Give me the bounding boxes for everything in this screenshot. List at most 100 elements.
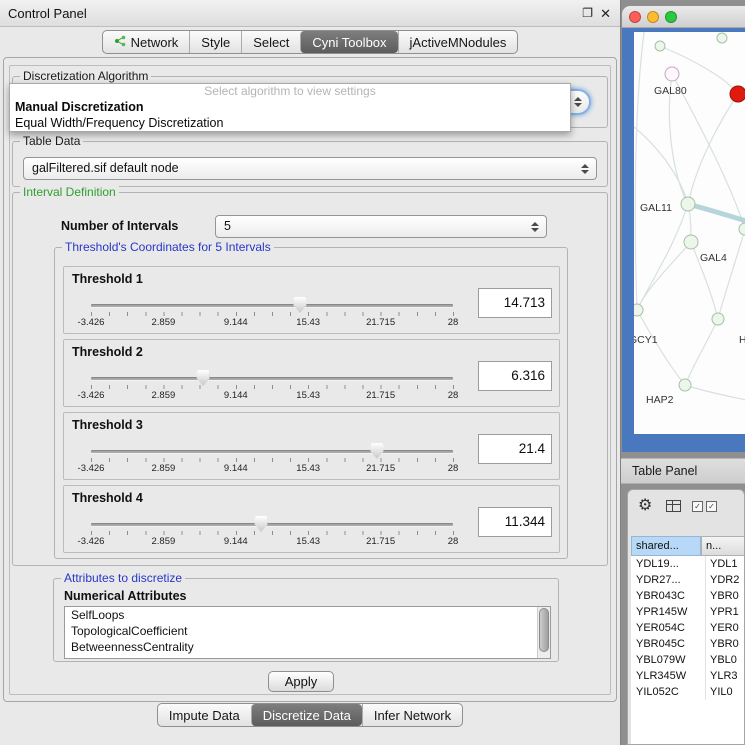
threshold-value-field[interactable]: 6.316 bbox=[478, 361, 552, 391]
columns-icon[interactable] bbox=[666, 500, 681, 512]
table-row[interactable]: YER054CYER0 bbox=[631, 620, 744, 636]
table-row[interactable]: YIL052CYIL0 bbox=[631, 684, 744, 700]
tab-select[interactable]: Select bbox=[241, 31, 300, 53]
network-node[interactable] bbox=[655, 41, 665, 51]
tab-impute-data[interactable]: Impute Data bbox=[158, 704, 251, 726]
tick-label: -3.426 bbox=[78, 463, 105, 474]
slider-thumb[interactable] bbox=[197, 370, 210, 386]
slider-track[interactable] bbox=[91, 304, 453, 307]
dropdown-option-equal-width[interactable]: Equal Width/Frequency Discretization bbox=[10, 115, 570, 131]
tick-label: 2.859 bbox=[152, 536, 176, 547]
slider-ticks bbox=[91, 385, 454, 389]
tab-label: Select bbox=[253, 35, 289, 50]
slider-thumb[interactable] bbox=[255, 516, 268, 532]
cell: YER0 bbox=[705, 620, 739, 636]
tick-label: -3.426 bbox=[78, 390, 105, 401]
node-label: GCY1 bbox=[634, 334, 658, 346]
close-icon[interactable]: ✕ bbox=[600, 0, 611, 27]
num-intervals-label: Number of Intervals bbox=[61, 219, 178, 233]
list-item[interactable]: BetweennessCentrality bbox=[65, 639, 550, 655]
cell: YBR045C bbox=[636, 636, 700, 652]
gcy1-node[interactable] bbox=[634, 304, 643, 316]
tab-discretize-data[interactable]: Discretize Data bbox=[251, 704, 362, 726]
table-row[interactable]: YBR043CYBR0 bbox=[631, 588, 744, 604]
hap2-node[interactable] bbox=[679, 379, 691, 391]
table-row[interactable]: YLR345WYLR3 bbox=[631, 668, 744, 684]
gear-icon[interactable]: ⚙ bbox=[638, 495, 652, 515]
table-row[interactable]: YDR27...YDR2 bbox=[631, 572, 744, 588]
numerical-attributes-label: Numerical Attributes bbox=[64, 589, 186, 603]
list-item[interactable]: TopologicalCoefficient bbox=[65, 623, 550, 639]
tick-label: 15.43 bbox=[296, 390, 320, 401]
tick-label: -3.426 bbox=[78, 536, 105, 547]
tab-infer-network[interactable]: Infer Network bbox=[362, 704, 462, 726]
cell: YIL052C bbox=[636, 684, 700, 700]
network-node[interactable] bbox=[717, 33, 727, 43]
tab-label: jActiveMNodules bbox=[410, 35, 507, 50]
tick-label: 21.715 bbox=[366, 536, 395, 547]
tab-network[interactable]: Network bbox=[103, 31, 190, 53]
gal11-node[interactable] bbox=[681, 197, 695, 211]
traffic-light[interactable] bbox=[665, 11, 677, 23]
threshold-label: Threshold 4 bbox=[72, 491, 143, 505]
tick-label: 2.859 bbox=[152, 317, 176, 328]
cell: YBR0 bbox=[705, 636, 739, 652]
cell: YBL079W bbox=[636, 652, 700, 668]
table-row[interactable]: YBL079WYBL0 bbox=[631, 652, 744, 668]
table-data-combo[interactable]: galFiltered.sif default node bbox=[23, 157, 597, 180]
tick-label: 2.859 bbox=[152, 390, 176, 401]
checkbox-icon[interactable]: ✓ bbox=[692, 501, 703, 512]
spinner-arrows-icon bbox=[574, 97, 582, 107]
panel-title: Control Panel bbox=[8, 0, 87, 27]
threshold-value-field[interactable]: 11.344 bbox=[478, 507, 552, 537]
list-item[interactable]: SelfLoops bbox=[65, 607, 550, 623]
column-header-shared-name[interactable]: shared... bbox=[631, 536, 701, 556]
slider-track[interactable] bbox=[91, 450, 453, 453]
tick-label: 15.43 bbox=[296, 463, 320, 474]
num-intervals-combo[interactable]: 5 bbox=[215, 215, 547, 238]
spinner-arrows-icon bbox=[531, 222, 539, 232]
slider-track[interactable] bbox=[91, 523, 453, 526]
traffic-light[interactable] bbox=[629, 11, 641, 23]
tab-jactivemnodules[interactable]: jActiveMNodules bbox=[398, 31, 518, 53]
float-window-icon[interactable]: ❐ bbox=[582, 0, 593, 27]
checkbox-icon[interactable]: ✓ bbox=[706, 501, 717, 512]
threshold-value-field[interactable]: 21.4 bbox=[478, 434, 552, 464]
scrollbar-thumb[interactable] bbox=[539, 608, 549, 652]
tab-label: Infer Network bbox=[374, 708, 451, 723]
gal80-node[interactable] bbox=[665, 67, 679, 81]
table-row[interactable]: YPR145WYPR1 bbox=[631, 604, 744, 620]
slider-thumb[interactable] bbox=[370, 443, 383, 459]
bottom-tabs-row: Impute Data Discretize Data Infer Networ… bbox=[0, 703, 620, 727]
numerical-attributes-list[interactable]: SelfLoops TopologicalCoefficient Between… bbox=[64, 606, 551, 659]
tick-labels: -3.4262.8599.14415.4321.71528 bbox=[91, 536, 453, 548]
table-toolbar: ⚙ ✓ ✓ bbox=[628, 490, 744, 522]
tab-style[interactable]: Style bbox=[189, 31, 241, 53]
tick-label: 9.144 bbox=[224, 463, 248, 474]
group-title: Discretization Algorithm bbox=[20, 69, 151, 83]
network-canvas[interactable]: GAL80 GAL11 GAL4 GCY1 HAP2 H bbox=[634, 32, 745, 434]
threshold-panel: Threshold 2 -3.4262.8599.14415.4321.7152… bbox=[63, 339, 560, 407]
node-label: GAL80 bbox=[654, 85, 687, 97]
apply-button[interactable]: Apply bbox=[268, 671, 334, 692]
network-icon bbox=[114, 35, 126, 50]
threshold-label: Threshold 3 bbox=[72, 418, 143, 432]
traffic-light[interactable] bbox=[647, 11, 659, 23]
tab-label: Style bbox=[201, 35, 230, 50]
slider-thumb[interactable] bbox=[293, 297, 306, 313]
slider-track[interactable] bbox=[91, 377, 453, 380]
highlighted-node[interactable] bbox=[730, 86, 745, 102]
cell: YLR345W bbox=[636, 668, 700, 684]
threshold-value-field[interactable]: 14.713 bbox=[478, 288, 552, 318]
dropdown-option-manual-discretization[interactable]: Manual Discretization bbox=[10, 99, 570, 115]
gal4-node[interactable] bbox=[684, 235, 698, 249]
table-row[interactable]: YDL19...YDL1 bbox=[631, 556, 744, 572]
node-label: HAP2 bbox=[646, 394, 674, 406]
scrollbar[interactable] bbox=[537, 607, 550, 658]
network-node[interactable] bbox=[739, 223, 745, 235]
network-window-titlebar bbox=[622, 6, 745, 28]
tab-cyni-toolbox[interactable]: Cyni Toolbox bbox=[300, 31, 397, 53]
network-node[interactable] bbox=[712, 313, 724, 325]
column-header-name[interactable]: n... bbox=[701, 536, 745, 556]
table-row[interactable]: YBR045C YBR0 bbox=[631, 636, 744, 652]
